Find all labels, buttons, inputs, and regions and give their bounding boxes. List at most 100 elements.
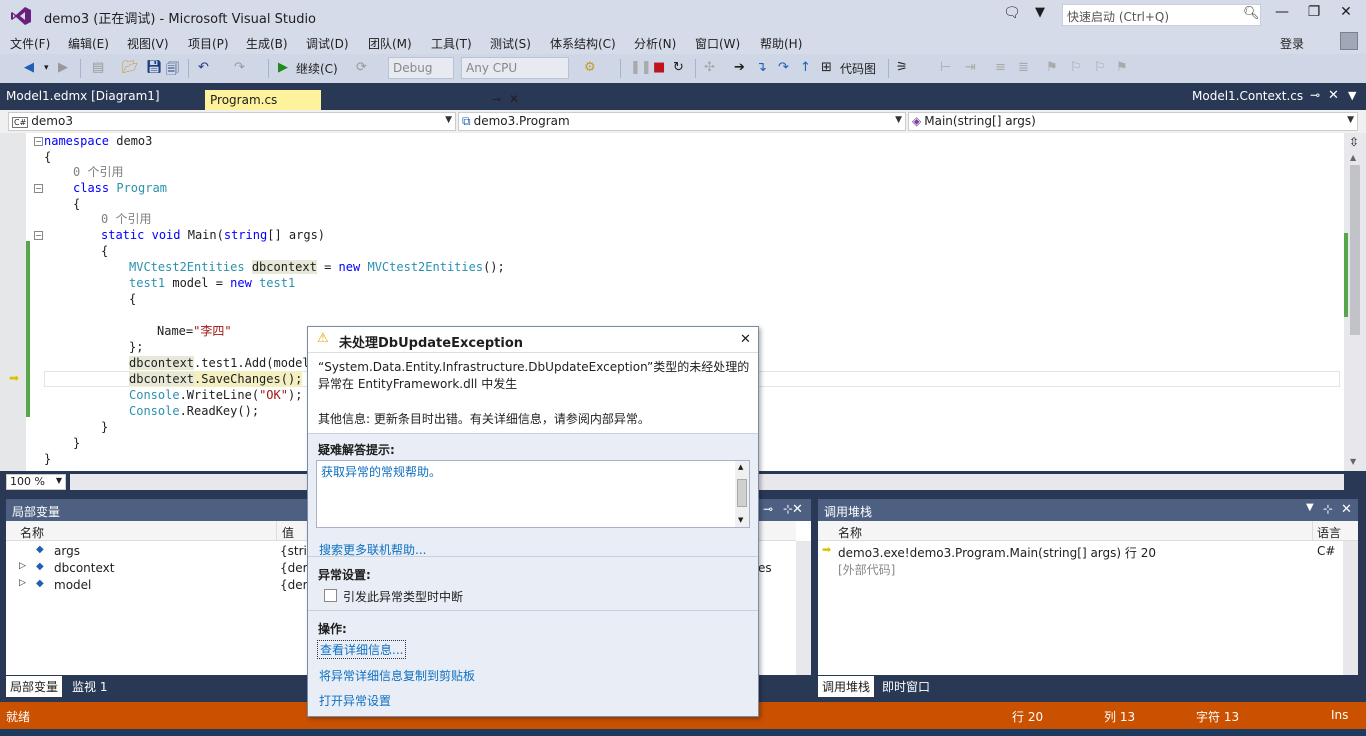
scroll-down-icon[interactable]: ▼: [738, 516, 743, 524]
menu-build[interactable]: 生成(B): [246, 35, 288, 52]
column-name[interactable]: 名称: [838, 524, 862, 541]
menu-view[interactable]: 视图(V): [127, 35, 169, 52]
split-icon[interactable]: ⇳: [1349, 135, 1359, 149]
locals-scrollbar[interactable]: [796, 541, 811, 675]
class-dropdown[interactable]: ⧉ demo3.Program ▼: [458, 112, 906, 131]
menu-edit[interactable]: 编辑(E): [68, 35, 109, 52]
pin-icon[interactable]: ⊸: [1310, 88, 1320, 102]
tab-model-edmx[interactable]: Model1.edmx [Diagram1]: [6, 89, 160, 103]
open-file-icon[interactable]: 📂︎: [122, 60, 139, 75]
undo-icon[interactable]: ↶: [198, 60, 209, 75]
save-all-icon[interactable]: 🗐: [166, 60, 179, 82]
restore-icon[interactable]: ❐: [1302, 4, 1326, 24]
menu-analyze[interactable]: 分析(N): [634, 35, 676, 52]
feedback-filter-icon[interactable]: ▼: [1035, 5, 1045, 20]
comment-icon[interactable]: ≡: [995, 60, 1006, 75]
scroll-down-icon[interactable]: ▼: [1350, 457, 1356, 466]
project-dropdown[interactable]: C# demo3 ▼: [8, 112, 456, 131]
step-over-icon[interactable]: ↷: [778, 60, 789, 75]
indent-icon[interactable]: ⇥: [965, 60, 976, 75]
continue-button[interactable]: 继续(C): [296, 60, 338, 77]
next-bookmark-icon[interactable]: ⚐: [1094, 60, 1106, 75]
sign-in-link[interactable]: 登录: [1280, 35, 1304, 52]
new-project-icon[interactable]: ▤: [92, 60, 104, 75]
menu-test[interactable]: 测试(S): [490, 35, 531, 52]
column-language[interactable]: 语言: [1317, 524, 1341, 541]
tab-immediate[interactable]: 即时窗口: [878, 676, 934, 697]
notification-icon[interactable]: 🗨: [1003, 5, 1021, 21]
column-value[interactable]: 值: [282, 524, 294, 541]
uncomment-icon[interactable]: ≣: [1018, 60, 1029, 75]
menu-architecture[interactable]: 体系结构(C): [550, 35, 616, 52]
tab-watch[interactable]: 监视 1: [68, 676, 111, 697]
tab-program-cs[interactable]: Program.cs ⊸ ✕: [205, 90, 519, 110]
code-lens[interactable]: 0 个引用: [101, 211, 151, 227]
expand-icon[interactable]: ▷: [19, 561, 26, 571]
menu-help[interactable]: 帮助(H): [760, 35, 802, 52]
general-help-link[interactable]: 获取异常的常规帮助。: [321, 463, 441, 480]
menu-project[interactable]: 项目(P): [188, 35, 229, 52]
prev-bookmark-icon[interactable]: ⚐: [1070, 60, 1082, 75]
collapse-icon[interactable]: −: [34, 184, 43, 193]
callstack-scrollbar[interactable]: [1343, 541, 1358, 675]
pin-icon[interactable]: ⊸: [763, 502, 773, 516]
bookmark-icon[interactable]: ⚑: [1046, 60, 1058, 75]
menu-debug[interactable]: 调试(D): [306, 35, 349, 52]
indicator-margin[interactable]: [0, 133, 26, 471]
navigate-back-icon[interactable]: ◀: [24, 60, 34, 75]
tab-locals[interactable]: 局部变量: [6, 676, 63, 697]
search-icon[interactable]: 🔍︎: [1243, 6, 1260, 21]
zoom-level-select[interactable]: 100 % ▼: [6, 474, 66, 490]
expand-icon[interactable]: ▷: [19, 578, 26, 588]
member-dropdown[interactable]: ◈ Main(string[] args) ▼: [908, 112, 1358, 131]
dropdown-arrow-icon[interactable]: ▾: [44, 63, 49, 73]
break-on-throw-checkbox[interactable]: [324, 589, 337, 602]
close-icon[interactable]: ✕: [1341, 502, 1352, 517]
quick-launch-input[interactable]: 快速启动 (Ctrl+Q): [1062, 4, 1261, 26]
attach-process-icon[interactable]: ⚙: [584, 60, 596, 75]
menu-window[interactable]: 窗口(W): [695, 35, 740, 52]
tab-callstack[interactable]: 调用堆栈: [818, 676, 875, 697]
collapse-icon[interactable]: −: [34, 137, 43, 146]
callstack-row[interactable]: ➡ demo3.exe!demo3.Program.Main(string[] …: [818, 543, 1343, 560]
align-icon[interactable]: ⊢: [940, 60, 951, 75]
format-icon[interactable]: ⚞: [896, 60, 908, 75]
code-map-button[interactable]: 代码图: [840, 60, 876, 77]
navigate-forward-icon[interactable]: ▶: [58, 60, 68, 75]
menu-tools[interactable]: 工具(T): [431, 35, 472, 52]
tips-scrollbar[interactable]: ▲ ▼: [735, 461, 749, 527]
close-icon[interactable]: ✕: [1328, 88, 1339, 103]
platform-select[interactable]: Any CPU: [461, 57, 569, 79]
refresh-icon[interactable]: ⟳: [356, 60, 367, 75]
redo-icon[interactable]: ↷: [234, 60, 245, 75]
minimize-icon[interactable]: —: [1270, 4, 1294, 24]
user-avatar-icon[interactable]: [1340, 32, 1358, 50]
scroll-up-icon[interactable]: ▲: [1350, 153, 1356, 162]
search-online-help-link[interactable]: 搜索更多联机帮助...: [319, 541, 426, 558]
chevron-down-icon[interactable]: ▼: [1306, 502, 1314, 513]
save-icon[interactable]: 💾︎: [146, 60, 163, 75]
break-all-icon[interactable]: ❚❚: [630, 60, 652, 75]
code-map-icon[interactable]: ⊞: [821, 60, 832, 75]
continue-icon[interactable]: ▶: [278, 60, 288, 75]
pin-icon[interactable]: ⊹: [1323, 502, 1333, 516]
menu-team[interactable]: 团队(M): [368, 35, 412, 52]
copy-exception-link[interactable]: 将异常详细信息复制到剪贴板: [319, 667, 475, 684]
solution-config-select[interactable]: Debug: [388, 57, 454, 79]
column-name[interactable]: 名称: [20, 524, 44, 541]
chevron-down-icon[interactable]: ▼: [1348, 89, 1356, 102]
menu-file[interactable]: 文件(F): [10, 35, 50, 52]
hot-reload-icon[interactable]: ✣: [704, 60, 715, 75]
scroll-up-icon[interactable]: ▲: [738, 463, 743, 471]
view-detail-link[interactable]: 查看详细信息...: [317, 640, 407, 659]
pin-icon[interactable]: ⊸: [492, 93, 501, 106]
callstack-row[interactable]: [外部代码]: [818, 560, 1343, 577]
stop-debugging-icon[interactable]: ■: [653, 60, 665, 75]
close-window-icon[interactable]: ✕: [1334, 4, 1358, 24]
code-lens[interactable]: 0 个引用: [73, 164, 123, 180]
restart-icon[interactable]: ↻: [673, 60, 684, 75]
scroll-thumb[interactable]: [737, 479, 747, 507]
close-icon[interactable]: ✕: [740, 332, 751, 347]
step-out-icon[interactable]: ↑: [800, 60, 811, 75]
open-exception-settings-link[interactable]: 打开异常设置: [319, 692, 391, 709]
